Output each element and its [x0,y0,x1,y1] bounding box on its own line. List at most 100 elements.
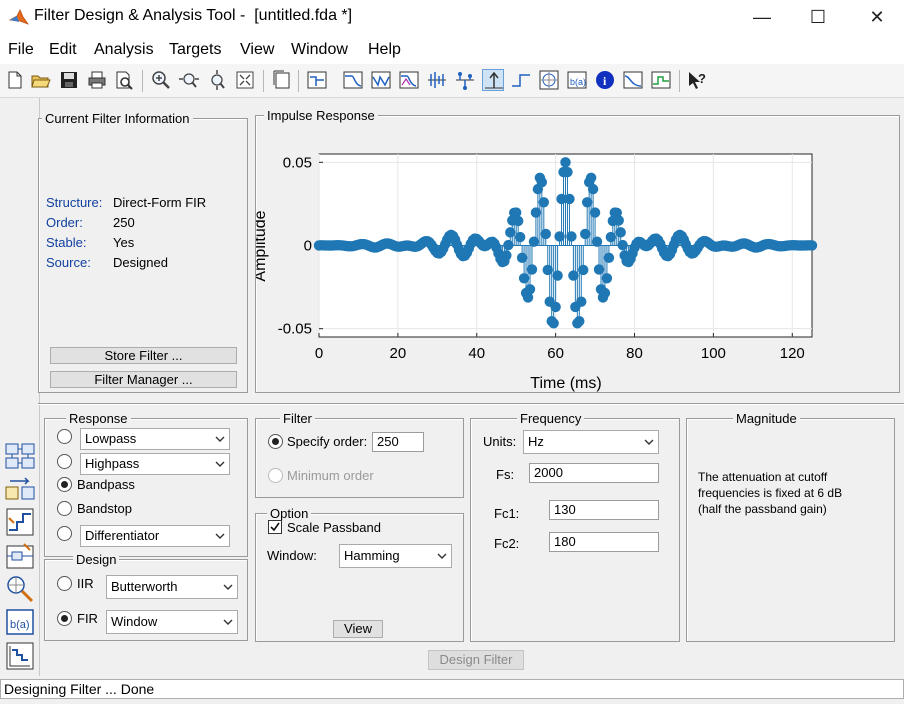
realize-model-icon[interactable] [4,540,36,572]
chevron-down-icon [223,584,233,590]
stem-marker [578,264,589,276]
round-off-noise-icon[interactable] [650,69,672,91]
y-tick-label: -0.05 [278,321,312,338]
maximize-button[interactable]: ☐ [798,4,838,30]
x-tick-label: 40 [468,345,485,362]
fs-input[interactable]: 2000 [529,463,659,483]
stem-marker [566,231,577,242]
impulse-response-chart[interactable]: 0 20 40 60 80 100 120 0.050-0.05 Time (ms) Amp… [256,128,896,392]
impulse-response-icon[interactable] [482,69,504,91]
lowpass-select-value: Lowpass [85,431,137,446]
zoom-in-icon[interactable] [150,69,172,91]
view-window-button[interactable]: View [333,620,383,638]
stable-value: Yes [113,235,135,250]
structure-value: Direct-Form FIR [113,195,207,210]
fc1-label: Fc1: [494,506,520,521]
create-multirate-icon[interactable] [4,506,36,538]
fir-radio[interactable] [57,611,72,626]
filter-coefficients-icon[interactable]: b(a) [566,69,588,91]
stem-marker [587,183,599,195]
specify-order-radio[interactable] [268,434,283,449]
bandpass-radio[interactable] [57,477,72,492]
highpass-radio[interactable] [57,454,72,469]
stem-marker [560,157,571,168]
import-filter-icon[interactable] [4,573,36,605]
magnitude-estimate-icon[interactable] [622,69,644,91]
menu-view[interactable]: View [240,41,274,59]
whats-this-icon[interactable]: ? [686,69,708,91]
stem-marker [603,252,615,264]
lowpass-select[interactable]: Lowpass [80,428,230,450]
units-select[interactable]: Hz [523,430,659,454]
frequency-title: Frequency [517,411,585,426]
open-icon[interactable] [30,69,52,91]
stem-marker [538,197,550,208]
magnitude-response-icon[interactable] [342,69,364,91]
x-tick-label: 100 [701,345,726,362]
minimum-order-label: Minimum order [287,468,374,483]
group-delay-icon[interactable] [426,69,448,91]
menu-targets[interactable]: Targets [169,41,221,59]
fir-method-value: Window [111,614,158,629]
minimum-order-radio[interactable] [268,468,283,483]
stem-marker [548,318,559,329]
design-filter-icon[interactable] [4,440,36,472]
highpass-select[interactable]: Highpass [80,453,230,475]
bandstop-radio[interactable] [57,501,72,516]
mag-phase-icon[interactable] [398,69,420,91]
fs-label: Fs: [496,467,515,482]
stem-marker [806,240,818,251]
iir-method-select[interactable]: Butterworth [106,575,238,599]
menu-window[interactable]: Window [291,41,348,59]
x-axis-label: Time (ms) [530,375,601,392]
zoom-x-icon[interactable] [178,69,200,91]
fir-method-select[interactable]: Window [106,610,238,634]
plot-panel-title: Impulse Response [264,108,378,123]
quantization-icon[interactable] [4,640,36,672]
fc2-input[interactable]: 180 [549,532,659,552]
filter-info-icon[interactable]: i [594,69,616,91]
phase-delay-icon[interactable] [454,69,476,91]
phase-response-icon[interactable] [370,69,392,91]
minimize-button[interactable]: — [742,4,782,30]
full-view-icon[interactable] [234,69,256,91]
new-icon[interactable] [4,69,26,91]
differentiator-select[interactable]: Differentiator [80,525,230,547]
close-button[interactable]: ✕ [857,4,897,30]
magnitude-title: Magnitude [733,411,800,426]
transform-filter-icon[interactable] [4,473,36,505]
menu-file[interactable]: File [8,41,34,59]
new-plot-icon[interactable] [271,69,293,91]
y-tick-labels: 0.05 0 -0.05 [278,154,312,337]
step-response-icon[interactable] [510,69,532,91]
lowpass-radio[interactable] [57,429,72,444]
highpass-select-value: Highpass [85,456,140,471]
differentiator-select-value: Differentiator [85,528,160,543]
menu-bar: File Edit Analysis Targets View Window H… [0,34,904,64]
menu-help[interactable]: Help [368,41,401,59]
iir-radio[interactable] [57,576,72,591]
filter-specs-icon[interactable] [306,69,328,91]
magnitude-panel: Magnitude The attenuation at cutoff freq… [686,411,895,642]
zoom-y-icon[interactable] [206,69,228,91]
print-icon[interactable] [86,69,108,91]
menu-analysis[interactable]: Analysis [94,41,154,59]
pole-zero-editor-icon[interactable]: b(a) [4,606,36,638]
window-select[interactable]: Hamming [339,544,452,568]
scale-passband-checkbox[interactable] [268,520,282,534]
save-icon[interactable] [58,69,80,91]
differentiator-radio[interactable] [57,526,72,541]
print-preview-icon[interactable] [113,69,135,91]
status-text: Designing Filter ... Done [4,681,155,697]
fc1-input[interactable]: 130 [549,500,659,520]
design-filter-button[interactable]: Design Filter [428,650,524,670]
stem-marker [574,316,585,327]
order-value: 250 [113,215,135,230]
menu-edit[interactable]: Edit [49,41,77,59]
x-tick-label: 0 [315,345,323,362]
pole-zero-icon[interactable] [538,69,560,91]
filter-manager-button[interactable]: Filter Manager ... [50,371,237,388]
filter-info-panel: Current Filter Information Structure: Di… [38,111,248,393]
order-input[interactable]: 250 [372,432,424,452]
store-filter-button[interactable]: Store Filter ... [50,347,237,364]
